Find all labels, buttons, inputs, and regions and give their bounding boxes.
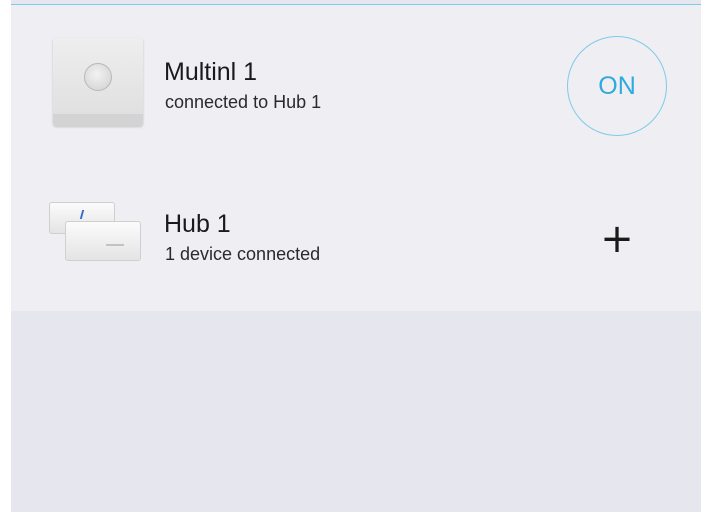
hub-label-strip — [106, 244, 124, 246]
device-status: 1 device connected — [165, 244, 321, 264]
device-list: Multinl 1 connected to Hub 1 ON Hub 1 1 … — [11, 5, 701, 311]
device-status: connected to Hub 1 — [165, 92, 322, 112]
add-device-button[interactable]: + — [595, 217, 639, 261]
device-row-hub[interactable]: Hub 1 1 device connected + — [11, 155, 701, 311]
hub-front-unit — [65, 221, 141, 261]
app-screen: Multinl 1 connected to Hub 1 ON Hub 1 1 … — [11, 0, 701, 512]
empty-area — [11, 311, 701, 512]
device-name: Multinl 1 — [164, 58, 258, 86]
multinl-base — [53, 114, 143, 126]
device-row-multinl[interactable]: Multinl 1 connected to Hub 1 ON — [11, 5, 701, 155]
multinl-knob — [84, 63, 112, 91]
device-name: Hub 1 — [164, 210, 231, 238]
multinl-device-icon — [53, 38, 143, 126]
hub-device-icon — [49, 202, 141, 268]
on-toggle-button[interactable]: ON — [567, 36, 667, 136]
bluetooth-logo-icon — [79, 210, 89, 219]
